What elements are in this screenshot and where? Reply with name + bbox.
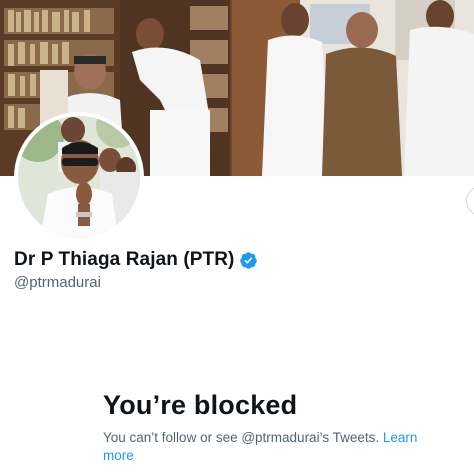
more-options-button[interactable] (466, 186, 474, 216)
profile-avatar[interactable] (14, 112, 144, 242)
blocked-message: You can’t follow or see @ptrmadurai’s Tw… (103, 429, 433, 465)
verified-badge-icon (239, 251, 258, 270)
blocked-title: You’re blocked (103, 390, 298, 420)
display-name: Dr P Thiaga Rajan (PTR) (14, 249, 235, 270)
profile-handle: @ptrmadurai (14, 274, 101, 291)
profile-page: Dr P Thiaga Rajan (PTR) @ptrmadurai You’… (0, 0, 474, 474)
display-name-row: Dr P Thiaga Rajan (PTR) (14, 249, 258, 271)
blocked-message-text: You can’t follow or see @ptrmadurai’s Tw… (103, 430, 380, 445)
